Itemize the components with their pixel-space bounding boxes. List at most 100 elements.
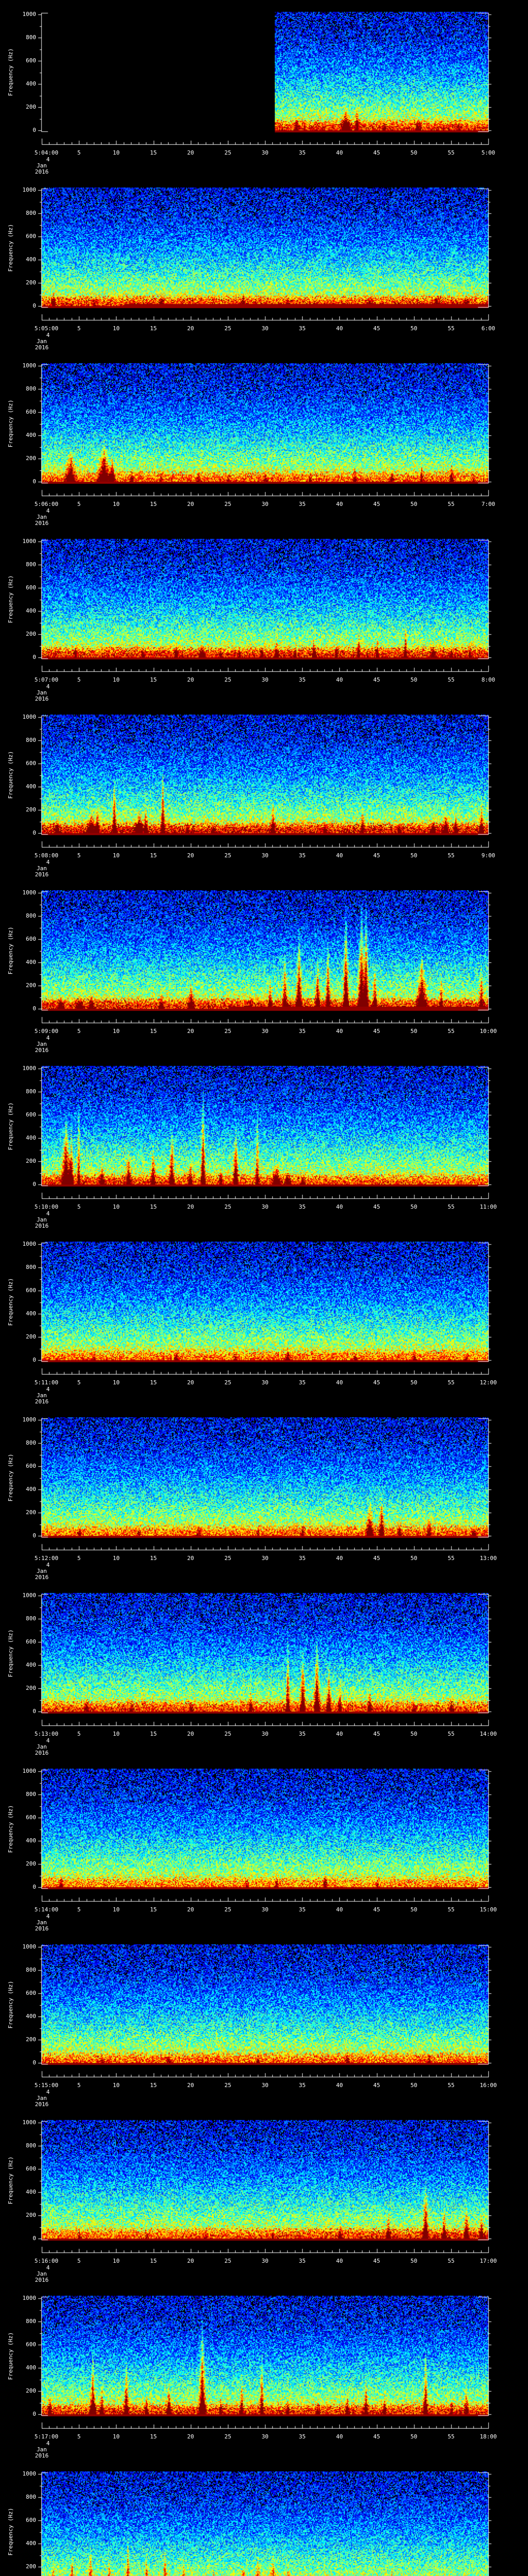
date-line-year: 2016 [35, 1398, 49, 1405]
y-axis-title: Frequency (Hz) [7, 2507, 14, 2556]
y-tick-label: 200 [26, 2387, 36, 2394]
x-tick-label: 50 [410, 852, 418, 859]
y-tick-label: 600 [26, 409, 36, 415]
y-tick-label: 600 [26, 233, 36, 240]
x-tick-label: 45 [373, 149, 381, 156]
x-tick-label: 30 [261, 1906, 269, 1913]
x-end-time-label: 15:00 [480, 1906, 497, 1913]
x-end-time-label: 14:00 [480, 1731, 497, 1737]
x-tick-label: 5 [77, 1028, 81, 1035]
x-start-time-label: 5:17:00 [34, 2433, 59, 2440]
x-tick-label: 10 [112, 1731, 120, 1737]
x-end-time-label: 5:00 [481, 149, 496, 156]
y-tick-label: 200 [26, 631, 36, 637]
x-tick-label: 10 [112, 149, 120, 156]
spectrogram-panel-10: Frequency (Hz) 0 200 400 600 800 1000 5 10 15 20 25… [0, 1581, 528, 1757]
x-tick-label: 50 [410, 1555, 418, 1562]
x-tick-label: 25 [224, 325, 232, 332]
y-tick-label: 600 [26, 2341, 36, 2348]
y-tick-label: 800 [26, 385, 36, 392]
x-tick-label: 10 [112, 1028, 120, 1035]
x-tick-label: 10 [112, 1906, 120, 1913]
y-tick-label: 200 [26, 1158, 36, 1164]
spectrogram-panel-4: Frequency (Hz) 0 200 400 600 800 1000 5 10 15 20 25… [0, 527, 528, 703]
x-tick-label: 45 [373, 852, 381, 859]
spectrogram-panel-6: Frequency (Hz) 0 200 400 600 800 1000 5 10 15 20 25… [0, 878, 528, 1054]
x-tick-label: 5 [77, 1379, 81, 1386]
x-tick-label: 30 [261, 1204, 269, 1210]
y-tick-label: 400 [26, 1837, 36, 1844]
x-tick-label: 10 [112, 1204, 120, 1210]
x-tick-label: 45 [373, 1379, 381, 1386]
x-tick-label: 10 [112, 2433, 120, 2440]
x-start-time-label: 5:07:00 [34, 676, 59, 683]
y-tick-label: 0 [32, 2059, 36, 2066]
x-tick-label: 45 [373, 2258, 381, 2264]
x-end-time-label: 13:00 [480, 1555, 497, 1562]
date-line-year: 2016 [35, 696, 49, 702]
x-end-time-label: 16:00 [480, 2082, 497, 2089]
y-tick-label: 800 [26, 1967, 36, 1973]
date-line-year: 2016 [35, 520, 49, 527]
y-tick-label: 200 [26, 2036, 36, 2043]
y-tick-label: 800 [26, 1439, 36, 1446]
x-tick-label: 20 [187, 1204, 194, 1210]
y-tick-label: 0 [32, 1005, 36, 1012]
x-tick-label: 25 [224, 852, 232, 859]
x-tick-label: 15 [150, 1204, 157, 1210]
x-tick-label: 20 [187, 1028, 194, 1035]
x-start-time-label: 5:04:00 [34, 149, 59, 156]
x-tick-label: 25 [224, 1906, 232, 1913]
x-start-time-label: 5:11:00 [34, 1379, 59, 1386]
x-tick-label: 5 [77, 676, 81, 683]
y-axis-title: Frequency (Hz) [7, 48, 14, 96]
x-tick-label: 45 [373, 1731, 381, 1737]
y-tick-label: 0 [32, 1884, 36, 1890]
x-tick-label: 55 [448, 2258, 455, 2264]
y-axis-title: Frequency (Hz) [7, 1102, 14, 1150]
y-tick-label: 0 [32, 1181, 36, 1188]
y-tick-label: 0 [32, 1532, 36, 1539]
x-tick-label: 40 [336, 2258, 343, 2264]
x-tick-label: 35 [299, 1906, 306, 1913]
x-tick-label: 55 [448, 149, 455, 156]
y-tick-label: 200 [26, 1509, 36, 1516]
spectrogram-panel-5: Frequency (Hz) 0 200 400 600 800 1000 5 10 15 20 25… [0, 703, 528, 878]
y-tick-label: 200 [26, 455, 36, 462]
x-tick-label: 15 [150, 2258, 157, 2264]
x-tick-label: 5 [77, 325, 81, 332]
x-tick-label: 5 [77, 1906, 81, 1913]
x-tick-label: 30 [261, 2433, 269, 2440]
date-line-year: 2016 [35, 2452, 49, 2459]
y-tick-label: 0 [32, 1708, 36, 1715]
x-tick-label: 10 [112, 676, 120, 683]
y-tick-label: 800 [26, 210, 36, 216]
y-tick-label: 400 [26, 1310, 36, 1317]
y-tick-label: 200 [26, 1685, 36, 1691]
y-tick-label: 600 [26, 1111, 36, 1118]
y-tick-label: 800 [26, 912, 36, 919]
y-tick-label: 800 [26, 1088, 36, 1095]
y-tick-label: 600 [26, 760, 36, 767]
y-axis-title: Frequency (Hz) [7, 1629, 14, 1677]
y-tick-label: 200 [26, 2212, 36, 2218]
y-tick-label: 400 [26, 432, 36, 438]
y-axis-title: Frequency (Hz) [7, 1453, 14, 1502]
y-tick-label: 1000 [22, 362, 37, 369]
x-tick-label: 30 [261, 1555, 269, 1562]
date-line-year: 2016 [35, 1223, 49, 1229]
x-tick-label: 40 [336, 2082, 343, 2089]
x-tick-label: 35 [299, 1379, 306, 1386]
x-tick-label: 30 [261, 149, 269, 156]
x-tick-label: 15 [150, 1028, 157, 1035]
x-tick-label: 35 [299, 2082, 306, 2089]
y-axis-title: Frequency (Hz) [7, 1805, 14, 1853]
x-tick-label: 25 [224, 676, 232, 683]
x-end-time-label: 10:00 [480, 1028, 497, 1035]
date-line-year: 2016 [35, 168, 49, 175]
x-tick-label: 15 [150, 325, 157, 332]
x-tick-label: 20 [187, 1379, 194, 1386]
x-tick-label: 30 [261, 2258, 269, 2264]
x-tick-label: 55 [448, 1204, 455, 1210]
x-tick-label: 25 [224, 1028, 232, 1035]
